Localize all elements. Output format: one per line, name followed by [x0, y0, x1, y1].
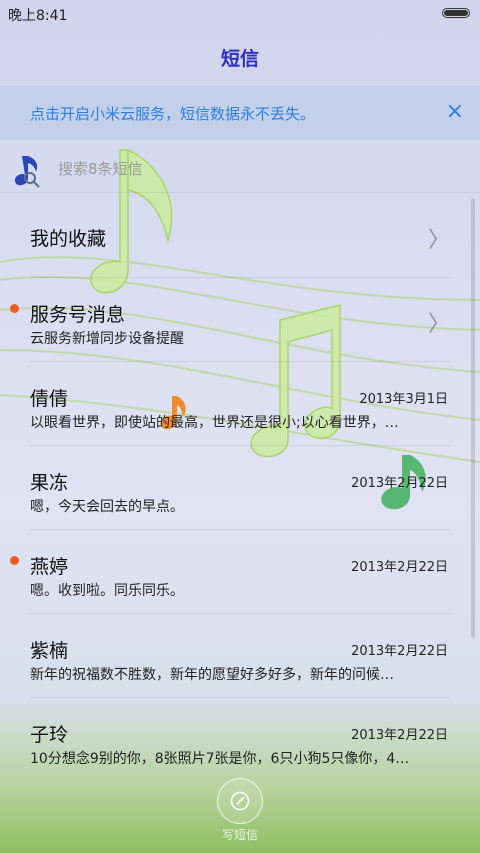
status-bar: 晚上8:41 [0, 0, 480, 28]
conversation-name: 倩倩 [30, 388, 69, 410]
conversation-preview: 云服务新增同步设备提醒 [30, 331, 184, 347]
banner-text[interactable]: 点击开启小米云服务，短信数据永不丢失。 [30, 103, 315, 124]
conversation-preview: 新年的祝福数不胜数，新年的愿望好多好多，新年的问候… [30, 667, 394, 683]
conversation-name: 我的收藏 [30, 228, 107, 250]
conversation-name: 子玲 [30, 724, 69, 746]
conversation-favorites[interactable]: 我的收藏 〉 [0, 194, 480, 278]
page-title: 短信 [220, 48, 259, 70]
conversation-item[interactable]: 子玲 2013年2月22日 10分想念9别的你，8张照片7张是你，6只小狗5只像… [0, 698, 480, 782]
status-time: 晚上8:41 [8, 8, 68, 24]
battery-icon [442, 8, 470, 18]
conversation-item[interactable]: 燕婷 2013年2月22日 嗯。收到啦。同乐同乐。 [0, 530, 480, 614]
conversation-preview: 嗯。收到啦。同乐同乐。 [30, 583, 184, 599]
conversation-date: 2013年2月22日 [351, 728, 448, 743]
compose-button[interactable] [217, 778, 263, 824]
music-note-search-icon [14, 156, 40, 188]
search-bar[interactable]: 搜索8条短信 [0, 142, 480, 193]
conversation-item[interactable]: 倩倩 2013年3月1日 以眼看世界，即使站的最高，世界还是很小;以心看世界，… [0, 362, 480, 446]
compose-label[interactable]: 写短信 [0, 826, 480, 843]
search-input[interactable]: 搜索8条短信 [58, 158, 143, 179]
conversation-date: 2013年3月1日 [359, 392, 448, 407]
conversation-item[interactable]: 紫楠 2013年2月22日 新年的祝福数不胜数，新年的愿望好多好多，新年的问候… [0, 614, 480, 698]
unread-dot-icon [10, 556, 19, 565]
conversation-preview: 嗯，今天会回去的早点。 [30, 499, 184, 515]
unread-dot-icon [10, 304, 19, 313]
compose-icon [230, 791, 250, 811]
chevron-right-icon: 〉 [427, 228, 450, 253]
conversation-preview: 10分想念9别的你，8张照片7张是你，6只小狗5只像你，4… [30, 751, 410, 767]
conversation-name: 果冻 [30, 472, 69, 494]
close-icon[interactable]: × [446, 99, 464, 125]
conversation-date: 2013年2月22日 [351, 476, 448, 491]
chevron-right-icon: 〉 [427, 312, 450, 337]
conversation-preview: 以眼看世界，即使站的最高，世界还是很小;以心看世界，… [30, 415, 399, 431]
conversation-name: 紫楠 [30, 640, 69, 662]
conversation-service[interactable]: 服务号消息 云服务新增同步设备提醒 〉 [0, 278, 480, 362]
conversation-date: 2013年2月22日 [351, 560, 448, 575]
conversation-name: 服务号消息 [30, 304, 126, 326]
conversation-date: 2013年2月22日 [351, 644, 448, 659]
conversation-name: 燕婷 [30, 556, 69, 578]
conversation-item[interactable]: 果冻 2013年2月22日 嗯，今天会回去的早点。 [0, 446, 480, 530]
scrollbar[interactable] [471, 198, 475, 638]
cloud-service-banner[interactable]: 点击开启小米云服务，短信数据永不丢失。 × [0, 86, 480, 140]
